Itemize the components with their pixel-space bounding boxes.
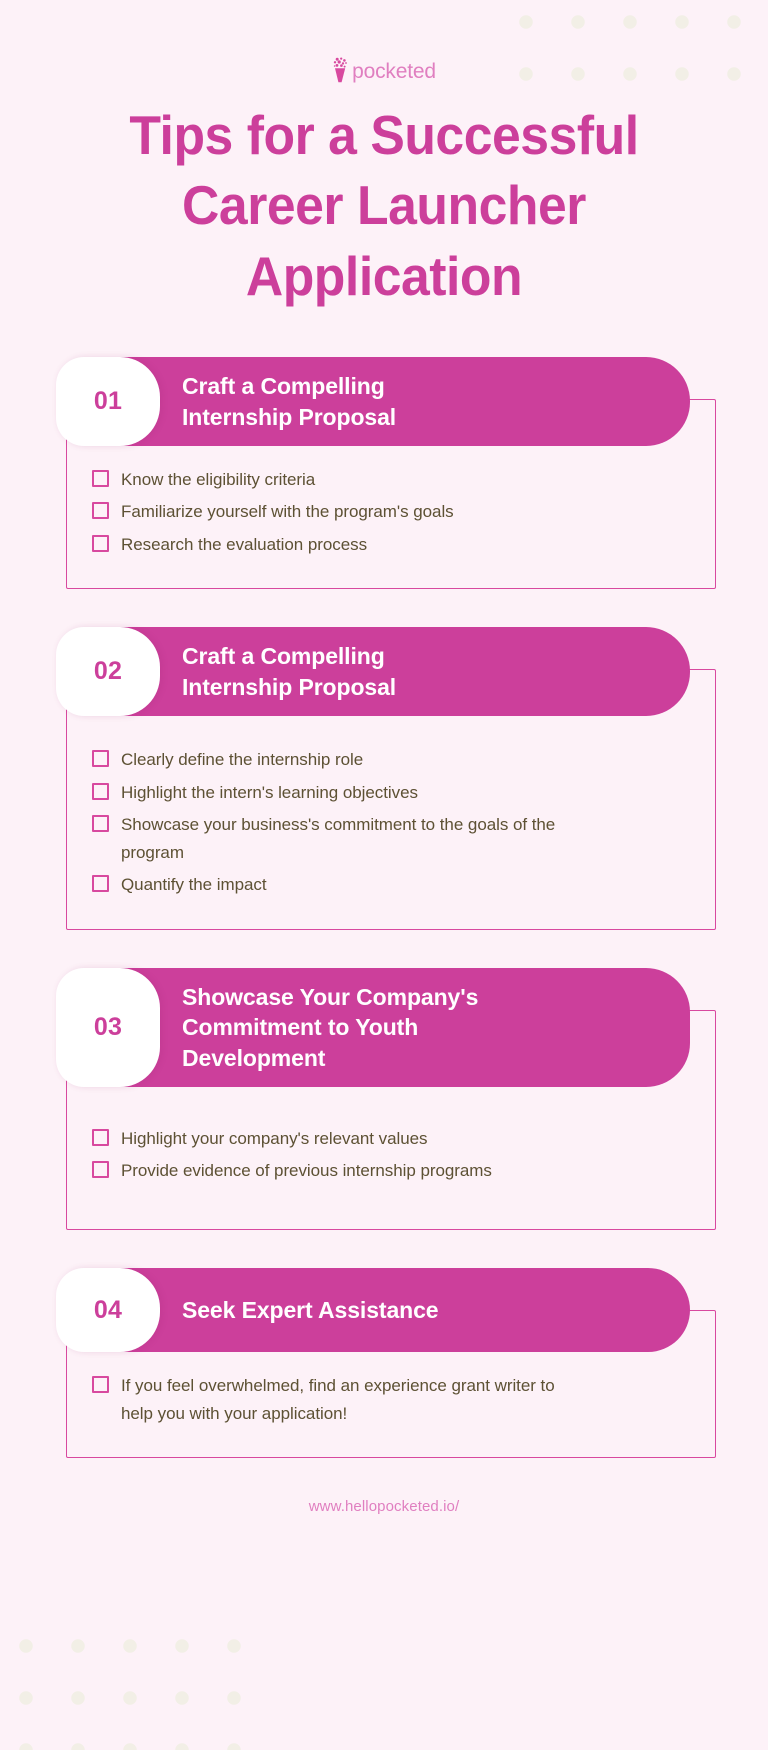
checklist-item-label: Highlight the intern's learning objectiv…	[121, 782, 418, 802]
checkbox-icon[interactable]	[92, 815, 109, 833]
checkbox-icon[interactable]	[92, 502, 109, 520]
card-header-04: 04 Seek Expert Assistance	[56, 1268, 690, 1352]
checklist-item[interactable]: Highlight your company's relevant values	[92, 1125, 702, 1153]
card-number-03: 03	[93, 1012, 123, 1041]
card-checklist-04: If you feel overwhelmed, find an experie…	[56, 1352, 712, 1458]
page-title: Tips for a Successful Career Launcher Ap…	[129, 104, 639, 307]
checklist-item-label: Provide evidence of previous internship …	[121, 1161, 492, 1181]
tip-card-02: 02 Craft a Compelling Internship Proposa…	[56, 627, 716, 930]
infographic-page: pocketed Tips for a Successful Career La…	[0, 0, 768, 1515]
checklist-item-label: Familiarize yourself with the program's …	[121, 502, 454, 522]
checklist-item[interactable]: Clearly define the internship role	[92, 746, 702, 774]
checklist-item-label: Research the evaluation process	[121, 534, 368, 554]
checkbox-icon[interactable]	[92, 750, 109, 768]
card-number-02: 02	[93, 657, 123, 686]
card-header-01: 01 Craft a Compelling Internship Proposa…	[56, 357, 690, 446]
card-number-04: 04	[93, 1295, 123, 1324]
checklist-item[interactable]: Showcase your business's commitment to t…	[92, 811, 702, 866]
checklist-item-label: Know the eligibility criteria	[121, 469, 316, 489]
card-header-02: 02 Craft a Compelling Internship Proposa…	[56, 627, 690, 717]
footer-url[interactable]: www.hellopocketed.io/	[56, 1498, 712, 1515]
decorative-dot-pattern-bottom-left	[0, 1620, 250, 1750]
checklist-item-label: Clearly define the internship role	[121, 750, 364, 770]
checklist-item[interactable]: Provide evidence of previous internship …	[92, 1157, 702, 1185]
card-heading-03: Showcase Your Company's Commitment to Yo…	[182, 983, 479, 1071]
checklist-item-label: Quantify the impact	[121, 875, 267, 895]
card-heading-02: Craft a Compelling Internship Proposal	[182, 643, 397, 700]
checklist-item[interactable]: Quantify the impact	[92, 871, 702, 899]
card-checklist-02: Clearly define the internship role Highl…	[56, 716, 712, 930]
checklist-item[interactable]: If you feel overwhelmed, find an experie…	[92, 1372, 702, 1427]
checklist-item[interactable]: Highlight the intern's learning objectiv…	[92, 779, 702, 807]
checkbox-icon[interactable]	[92, 782, 109, 800]
checkbox-icon[interactable]	[92, 875, 109, 893]
card-checklist-03: Highlight your company's relevant values…	[56, 1087, 712, 1230]
checkbox-icon[interactable]	[92, 469, 109, 487]
card-checklist-01: Know the eligibility criteria Familiariz…	[56, 446, 712, 590]
card-heading-01: Craft a Compelling Internship Proposal	[182, 373, 397, 430]
card-number-badge-01: 01	[56, 357, 160, 446]
checkbox-icon[interactable]	[92, 1128, 109, 1146]
brand-logo-text: pocketed	[352, 59, 436, 83]
bouquet-icon	[333, 57, 348, 83]
checklist-item[interactable]: Know the eligibility criteria	[92, 466, 702, 494]
checkbox-icon[interactable]	[92, 534, 109, 552]
tips-card-list: 01 Craft a Compelling Internship Proposa…	[56, 357, 716, 1459]
checkbox-icon[interactable]	[92, 1376, 109, 1393]
card-header-03: 03 Showcase Your Company's Commitment to…	[56, 967, 690, 1087]
checklist-item-label: If you feel overwhelmed, find an experie…	[121, 1376, 555, 1423]
checkbox-icon[interactable]	[92, 1161, 109, 1179]
card-heading-04: Seek Expert Assistance	[182, 1296, 439, 1323]
card-number-badge-03: 03	[56, 967, 160, 1087]
checklist-item-label: Highlight your company's relevant values	[121, 1128, 428, 1148]
card-number-badge-02: 02	[56, 627, 160, 717]
card-number-01: 01	[93, 387, 123, 416]
tip-card-03: 03 Showcase Your Company's Commitment to…	[56, 967, 716, 1230]
card-number-badge-04: 04	[56, 1268, 160, 1352]
tip-card-04: 04 Seek Expert Assistance If you feel ov…	[56, 1268, 716, 1459]
checklist-item-label: Showcase your business's commitment to t…	[121, 815, 556, 862]
tip-card-01: 01 Craft a Compelling Internship Proposa…	[56, 357, 716, 590]
checklist-item[interactable]: Familiarize yourself with the program's …	[92, 498, 702, 526]
checklist-item[interactable]: Research the evaluation process	[92, 531, 702, 559]
brand-logo: pocketed	[56, 0, 712, 83]
